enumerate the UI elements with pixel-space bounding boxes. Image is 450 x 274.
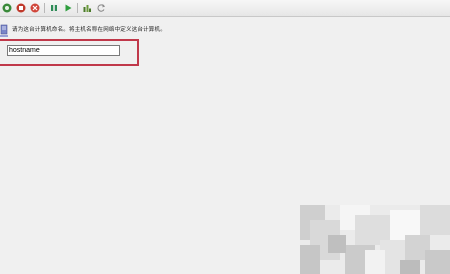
hostname-prompt-text: 请为这台计算机命名。将主机名称在网络中定义这台计算机。 [12, 27, 166, 33]
cancel-icon[interactable] [29, 2, 41, 14]
play-icon[interactable] [62, 2, 74, 14]
toolbar [0, 0, 450, 17]
installer-window: 请为这台计算机命名。将主机名称在网络中定义这台计算机。 [0, 0, 450, 274]
save-icon[interactable] [81, 2, 93, 14]
computer-icon [0, 23, 8, 39]
stop-icon[interactable] [15, 2, 27, 14]
pause-icon[interactable] [48, 2, 60, 14]
toolbar-separator [77, 3, 78, 13]
watermark-image [300, 205, 450, 274]
hostname-input[interactable] [7, 45, 120, 56]
toolbar-separator [44, 3, 45, 13]
refresh-icon[interactable] [95, 2, 107, 14]
back-arrow-icon[interactable] [1, 2, 13, 14]
